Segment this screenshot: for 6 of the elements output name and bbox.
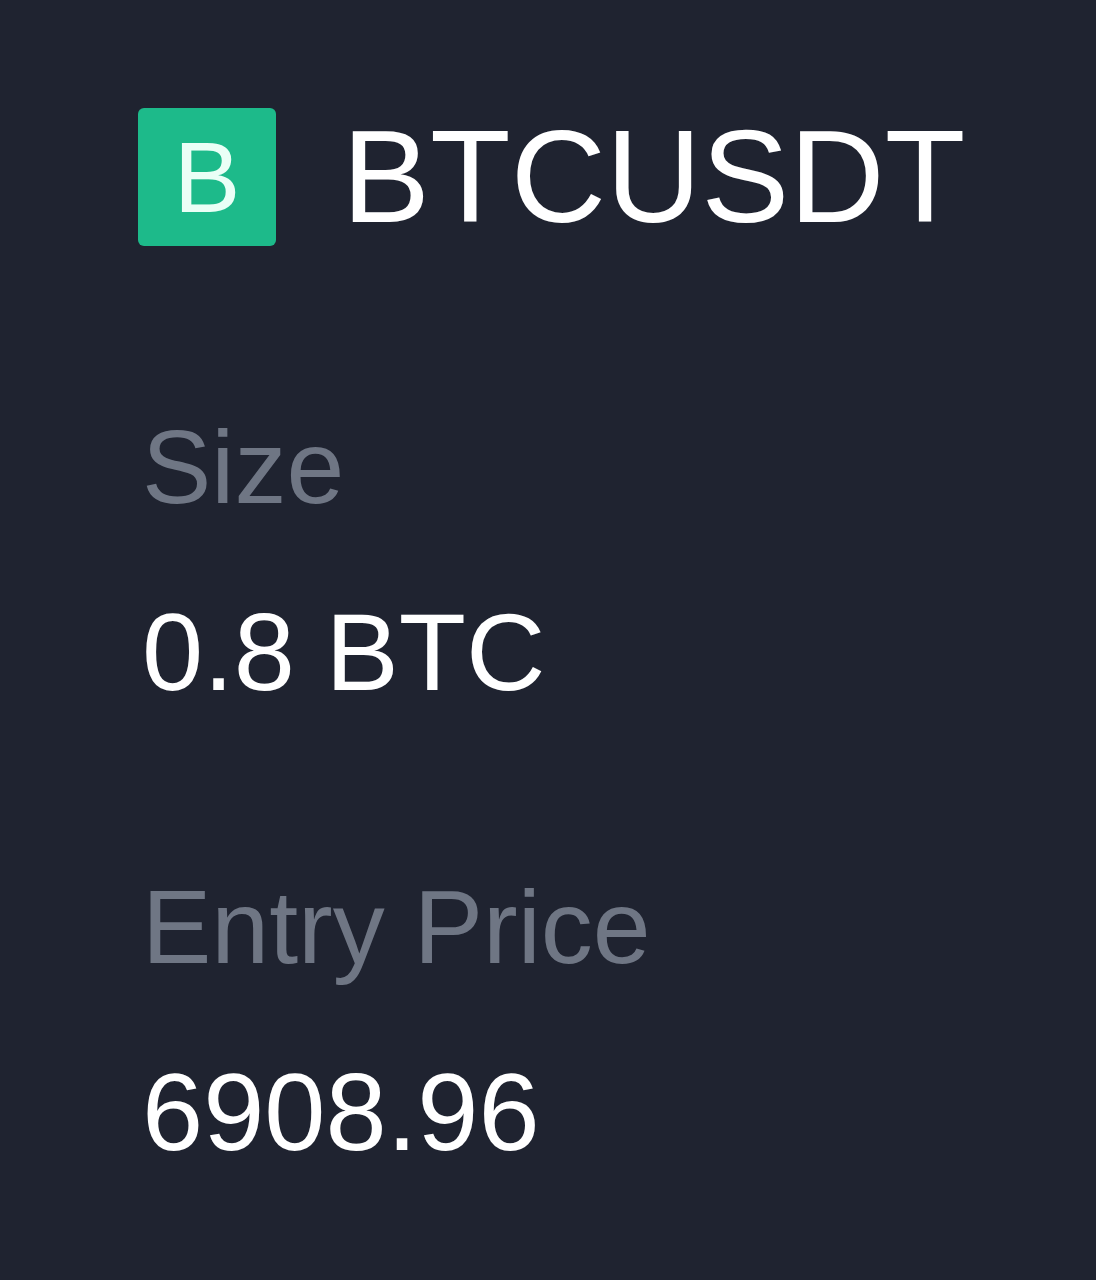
field-label: Entry Price — [142, 867, 651, 987]
side-badge: B — [138, 108, 276, 246]
field-value: 6908.96 — [142, 1048, 540, 1175]
field-value: 0.8 BTC — [142, 588, 546, 715]
field-label: Size — [142, 408, 345, 527]
symbol-name: BTCUSDT — [342, 111, 966, 243]
